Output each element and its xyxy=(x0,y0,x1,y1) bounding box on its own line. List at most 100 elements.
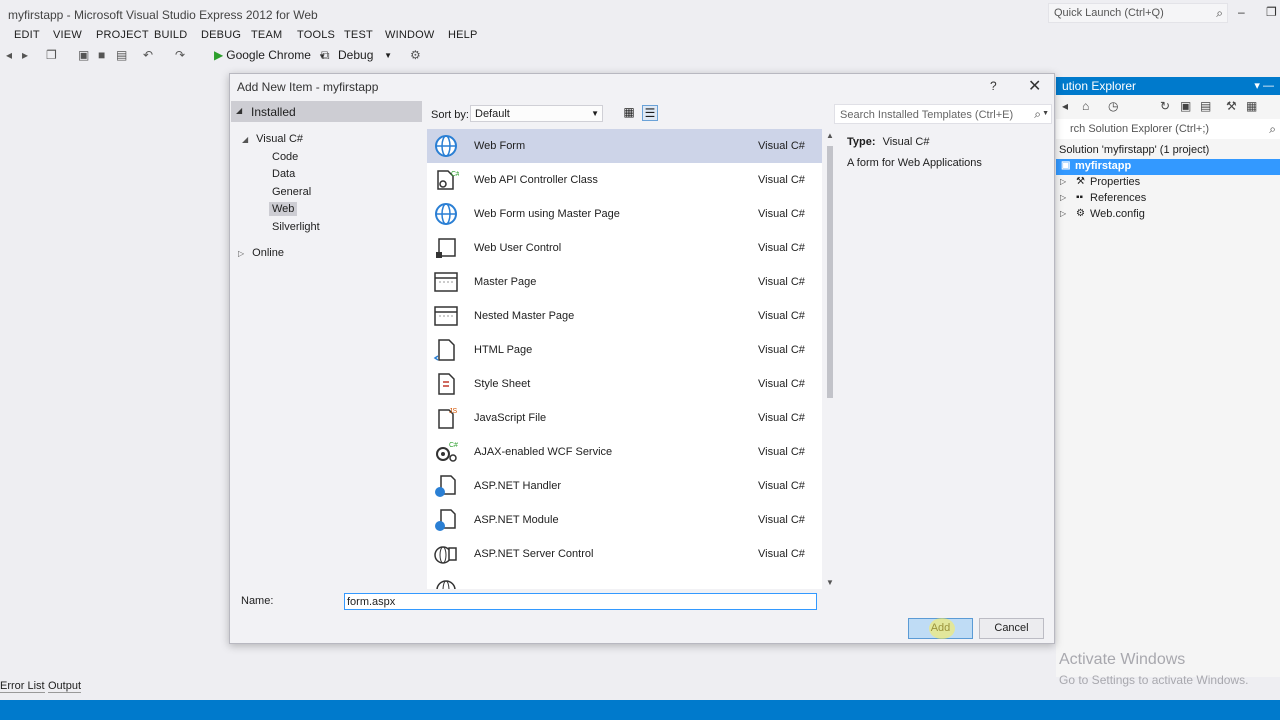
menu-edit[interactable]: EDIT xyxy=(14,29,40,41)
tree-item-label: Web.config xyxy=(1090,208,1145,220)
menu-window[interactable]: WINDOW xyxy=(385,29,434,41)
undo-icon[interactable]: ↶ xyxy=(143,48,153,62)
tree-item-properties[interactable]: ▷ ⚒ Properties xyxy=(1056,175,1280,191)
collapse-icon: ◢ xyxy=(242,135,249,144)
template-row[interactable]: Style Sheet Visual C# xyxy=(427,367,822,401)
solution-explorer-toolbar: ◂ ⌂ ◷ ↻ ▣ ▤ ⚒ ▦ xyxy=(1056,97,1280,117)
scrollbar-thumb[interactable] xyxy=(827,146,833,398)
type-value: Visual C# xyxy=(882,136,930,148)
tree-project[interactable]: ▣ myfirstapp xyxy=(1056,159,1280,175)
minimize-icon[interactable]: ‒ xyxy=(1238,5,1245,19)
tab-error-list[interactable]: Error List xyxy=(0,680,45,693)
preview-icon[interactable]: ▦ xyxy=(1246,99,1257,113)
save-icon[interactable]: ■ xyxy=(98,48,105,62)
save-all-icon[interactable]: ▤ xyxy=(116,48,127,62)
forward-icon[interactable]: ▸ xyxy=(22,48,28,62)
tree-node-data[interactable]: Data xyxy=(272,168,295,180)
expand-icon[interactable]: ▷ xyxy=(1060,209,1066,218)
template-row[interactable]: C# Web API Controller Class Visual C# xyxy=(427,163,822,197)
back-icon[interactable]: ◂ xyxy=(6,48,12,62)
menu-help[interactable]: HELP xyxy=(448,29,478,41)
tree-node-visual-csharp[interactable]: ◢ Visual C# xyxy=(242,133,303,145)
template-row[interactable]: Master Page Visual C# xyxy=(427,265,822,299)
menu-project[interactable]: PROJECT xyxy=(96,29,149,41)
template-row[interactable]: JS JavaScript File Visual C# xyxy=(427,401,822,435)
template-row[interactable]: HTML Page Visual C# xyxy=(427,333,822,367)
quick-launch-input[interactable]: Quick Launch (Ctrl+Q) ⌕ xyxy=(1048,3,1228,23)
close-icon[interactable]: ✕ xyxy=(1028,76,1041,96)
template-language: Visual C# xyxy=(758,276,805,288)
refresh-icon[interactable]: ↻ xyxy=(1160,99,1170,113)
template-row[interactable]: Web Form Visual C# xyxy=(427,129,822,163)
template-row[interactable]: C# AJAX-enabled WCF Service Visual C# xyxy=(427,435,822,469)
name-label: Name: xyxy=(241,595,274,607)
pin-icon[interactable]: ▾ ― xyxy=(1254,79,1274,92)
chevron-down-icon[interactable]: ▼ xyxy=(1042,110,1049,117)
menu-team[interactable]: TEAM xyxy=(251,29,282,41)
tree-node-general[interactable]: General xyxy=(272,186,311,198)
menu-tools[interactable]: TOOLS xyxy=(297,29,335,41)
references-icon: ▪▪ xyxy=(1076,192,1084,203)
redo-icon[interactable]: ↷ xyxy=(175,48,185,62)
search-icon[interactable]: ⌕ xyxy=(1034,107,1041,122)
tree-node-silverlight[interactable]: Silverlight xyxy=(272,221,320,233)
tab-output[interactable]: Output xyxy=(48,680,82,693)
template-row[interactable]: Nested Master Page Visual C# xyxy=(427,299,822,333)
template-language: Visual C# xyxy=(758,208,805,220)
play-icon: ▶ xyxy=(214,48,224,62)
search-icon[interactable]: ⌕ xyxy=(1216,6,1223,21)
menu-debug[interactable]: DEBUG xyxy=(201,29,241,41)
start-debugging-button[interactable]: ▶ Google Chrome ▼ xyxy=(214,48,326,66)
solution-explorer-header: ution Explorer ▾ ― xyxy=(1056,77,1280,95)
restore-icon[interactable]: ❐ xyxy=(1266,5,1277,19)
browser-link-icon[interactable]: ⧉ xyxy=(321,48,330,63)
template-row-partial[interactable] xyxy=(427,571,822,589)
expand-icon[interactable]: ▷ xyxy=(1060,177,1066,186)
show-all-files-icon[interactable]: ▤ xyxy=(1200,99,1211,113)
template-row[interactable]: ASP.NET Server Control Visual C# xyxy=(427,537,822,571)
open-file-icon[interactable]: ▣ xyxy=(78,48,89,62)
collapse-all-icon[interactable]: ▣ xyxy=(1180,99,1191,113)
tree-item-references[interactable]: ▷ ▪▪ References xyxy=(1056,191,1280,207)
template-language: Visual C# xyxy=(758,514,805,526)
template-list-scrollbar[interactable]: ▲ ▼ xyxy=(824,129,836,589)
installed-header[interactable]: ◢ Installed xyxy=(231,101,422,122)
menu-build[interactable]: BUILD xyxy=(154,29,187,41)
properties-icon[interactable]: ⚒ xyxy=(1226,99,1237,113)
name-input[interactable] xyxy=(344,593,817,610)
chevron-down-icon: ▼ xyxy=(384,51,392,60)
history-icon[interactable]: ◷ xyxy=(1108,99,1118,113)
tree-item-webconfig[interactable]: ▷ ⚙ Web.config xyxy=(1056,207,1280,223)
tree-node-web[interactable]: Web xyxy=(269,202,298,216)
list-view-icon[interactable]: ☰ xyxy=(642,105,658,121)
template-row[interactable]: Web User Control Visual C# xyxy=(427,231,822,265)
search-icon[interactable]: ⌕ xyxy=(1269,122,1276,137)
solution-search-input[interactable]: rch Solution Explorer (Ctrl+;) ⌕ xyxy=(1056,119,1280,139)
template-search-input[interactable]: Search Installed Templates (Ctrl+E) ⌕ ▼ xyxy=(834,104,1052,124)
configuration-dropdown[interactable]: Debug ▼ xyxy=(338,48,396,66)
tree-node-online[interactable]: ▷ Online xyxy=(238,247,284,259)
scroll-up-icon[interactable]: ▲ xyxy=(826,131,834,140)
tree-node-code[interactable]: Code xyxy=(272,151,298,163)
small-icons-view-icon[interactable]: ▦ xyxy=(621,105,637,121)
home-icon[interactable]: ⌂ xyxy=(1082,99,1089,113)
web-project-icon: ▣ xyxy=(1061,160,1071,171)
attach-icon[interactable]: ⚙ xyxy=(410,48,421,62)
menu-view[interactable]: VIEW xyxy=(53,29,82,41)
template-name: Web Form xyxy=(474,140,526,152)
sort-dropdown[interactable]: Default ▼ xyxy=(470,105,603,122)
template-row[interactable]: ASP.NET Module Visual C# xyxy=(427,503,822,537)
expand-icon[interactable]: ▷ xyxy=(1060,193,1066,202)
back-icon[interactable]: ◂ xyxy=(1062,99,1068,113)
config-file-icon: ⚙ xyxy=(1076,208,1085,219)
installed-label: Installed xyxy=(251,105,296,119)
cancel-button[interactable]: Cancel xyxy=(979,618,1044,639)
tree-solution[interactable]: Solution 'myfirstapp' (1 project) xyxy=(1056,143,1280,159)
scroll-down-icon[interactable]: ▼ xyxy=(826,578,834,587)
master-page-icon xyxy=(434,272,458,292)
new-project-icon[interactable]: ❐ xyxy=(46,48,57,62)
menu-test[interactable]: TEST xyxy=(344,29,373,41)
template-row[interactable]: ASP.NET Handler Visual C# xyxy=(427,469,822,503)
template-row[interactable]: Web Form using Master Page Visual C# xyxy=(427,197,822,231)
help-button[interactable]: ? xyxy=(990,79,997,93)
